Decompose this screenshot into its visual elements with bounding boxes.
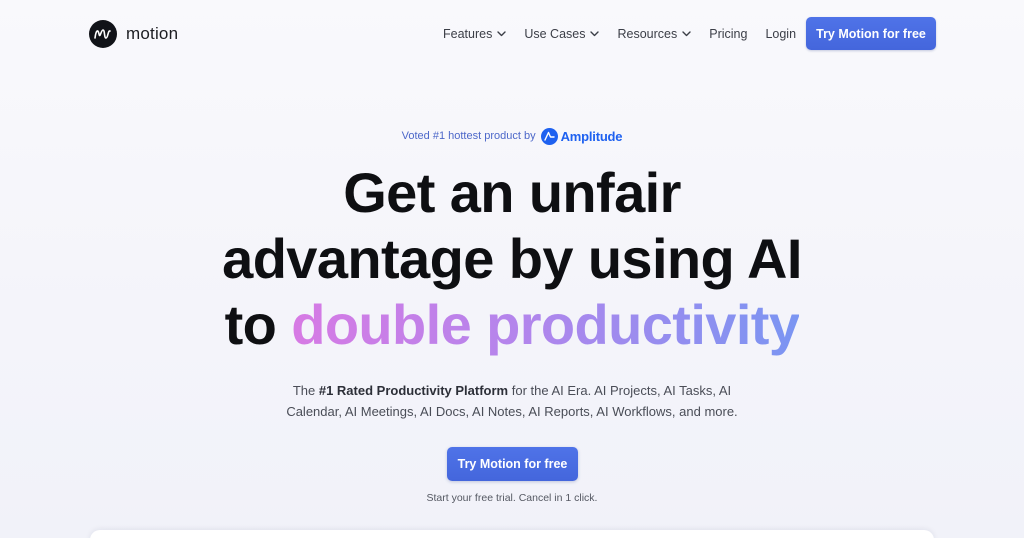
nav-features-label: Features bbox=[443, 27, 493, 41]
headline-line-1: Get an unfair bbox=[343, 161, 681, 224]
try-motion-hero-button[interactable]: Try Motion for free bbox=[447, 447, 578, 481]
nav-use-cases[interactable]: Use Cases bbox=[524, 27, 600, 41]
chevron-down-icon bbox=[590, 31, 600, 37]
nav-resources-label: Resources bbox=[617, 27, 678, 41]
try-motion-header-button[interactable]: Try Motion for free bbox=[806, 17, 936, 50]
product-preview-card bbox=[90, 530, 934, 538]
amplitude-a-icon bbox=[540, 127, 558, 145]
motion-logo[interactable]: motion bbox=[89, 20, 178, 48]
description-line-1: The #1 Rated Productivity Platform for t… bbox=[0, 380, 1024, 401]
headline-line-3-plain: to bbox=[224, 293, 292, 356]
main-nav: Features Use Cases Resources Pricing Log… bbox=[443, 24, 796, 44]
nav-features[interactable]: Features bbox=[443, 27, 507, 41]
motion-m-logo-icon bbox=[89, 20, 117, 48]
headline-gradient-text: double productivity bbox=[291, 293, 800, 356]
nav-login[interactable]: Login bbox=[765, 27, 796, 41]
nav-pricing-label: Pricing bbox=[709, 27, 748, 41]
description-bold: #1 Rated Productivity Platform bbox=[318, 383, 509, 398]
chevron-down-icon bbox=[497, 31, 507, 37]
site-header: motion Features Use Cases Resources Pric… bbox=[0, 0, 1024, 68]
hero-headline: Get an unfair advantage by using AI to d… bbox=[0, 160, 1024, 358]
trial-note: Start your free trial. Cancel in 1 click… bbox=[426, 492, 598, 504]
headline-line-3: to double productivity bbox=[0, 292, 1024, 358]
description-line-1-rest: for the AI Era. AI Projects, AI Tasks, A… bbox=[508, 383, 732, 398]
description-prefix: The bbox=[292, 383, 319, 398]
nav-resources[interactable]: Resources bbox=[617, 27, 691, 41]
amplitude-logo[interactable]: Amplitude bbox=[540, 127, 623, 145]
nav-pricing[interactable]: Pricing bbox=[709, 27, 747, 41]
nav-login-label: Login bbox=[765, 27, 797, 41]
description-line-2: Calendar, AI Meetings, AI Docs, AI Notes… bbox=[286, 404, 738, 419]
nav-use-cases-label: Use Cases bbox=[524, 27, 586, 41]
headline-line-2: advantage by using AI bbox=[222, 227, 802, 290]
amplitude-text: Amplitude bbox=[560, 128, 623, 144]
landing-page: motion Features Use Cases Resources Pric… bbox=[0, 0, 1024, 538]
voted-badge: Voted #1 hottest product by Amplitude bbox=[0, 126, 1024, 146]
brand-name: motion bbox=[126, 24, 179, 43]
hero-description: The #1 Rated Productivity Platform for t… bbox=[0, 380, 1024, 422]
chevron-down-icon bbox=[682, 31, 691, 37]
voted-text: Voted #1 hottest product by bbox=[401, 130, 536, 142]
